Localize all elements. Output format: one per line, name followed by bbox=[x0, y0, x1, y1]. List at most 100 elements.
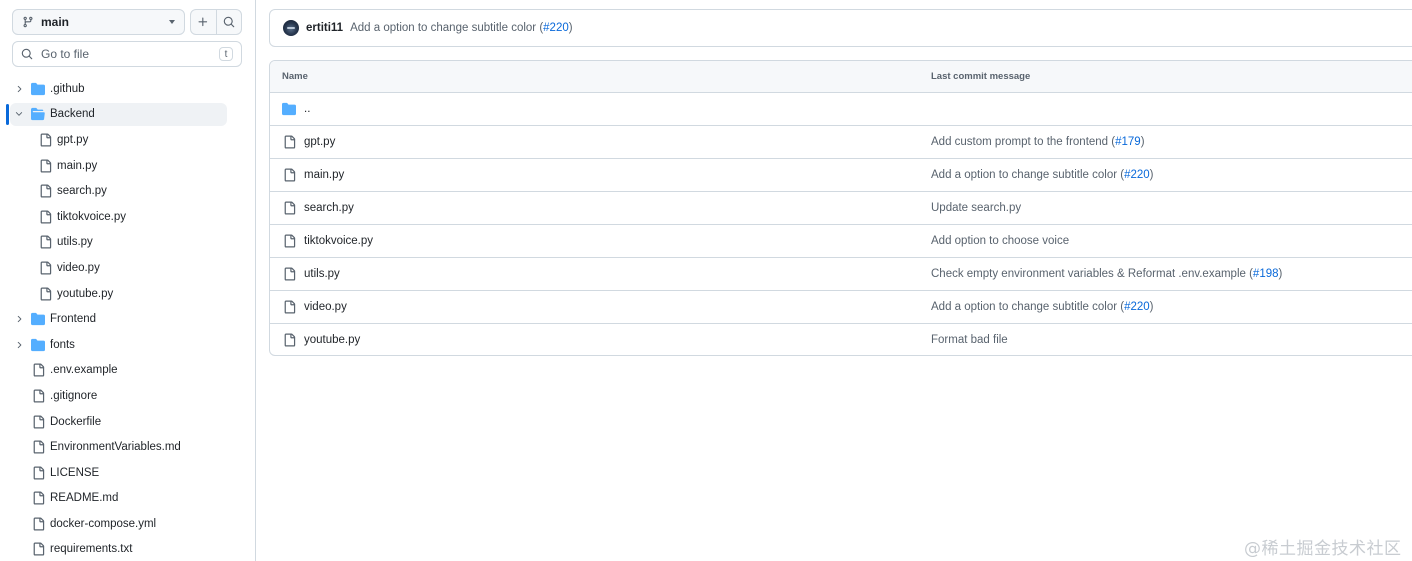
file-icon bbox=[31, 517, 45, 531]
tree-item-label: youtube.py bbox=[57, 287, 114, 300]
file-name-link[interactable]: utils.py bbox=[304, 268, 340, 280]
commit-message-link[interactable]: Check empty environment variables & Refo… bbox=[931, 268, 1282, 280]
tree-item-label: .gitignore bbox=[50, 389, 98, 402]
table-row: video.py Add a option to change subtitle … bbox=[270, 291, 1412, 324]
file-icon bbox=[38, 235, 52, 249]
commit-pr-link[interactable]: #220 bbox=[543, 22, 569, 34]
pr-link[interactable]: #198 bbox=[1253, 268, 1279, 280]
commit-message-close: ) bbox=[1149, 169, 1154, 181]
commit-message-text: Add a option to change subtitle color ( bbox=[931, 169, 1125, 181]
file-name-link[interactable]: .. bbox=[304, 103, 310, 115]
chevron-right-icon[interactable] bbox=[14, 84, 24, 94]
commit-message-link[interactable]: Add a option to change subtitle color (#… bbox=[931, 169, 1154, 181]
tree-item-gpt-py[interactable]: gpt.py bbox=[0, 127, 256, 153]
file-name-link[interactable]: youtube.py bbox=[304, 334, 360, 346]
pr-link[interactable]: #220 bbox=[1124, 169, 1150, 181]
file-icon bbox=[282, 168, 296, 182]
file-icon bbox=[31, 491, 45, 505]
tree-item-license[interactable]: LICENSE bbox=[0, 460, 256, 486]
table-header: Name Last commit message bbox=[270, 61, 1412, 93]
pr-link[interactable]: #179 bbox=[1115, 136, 1141, 148]
tree-item-requirements-txt[interactable]: requirements.txt bbox=[0, 537, 256, 561]
chevron-down-icon[interactable] bbox=[14, 109, 24, 119]
folder-open-icon bbox=[31, 107, 45, 121]
branch-name: main bbox=[41, 15, 70, 29]
folder-icon bbox=[282, 102, 296, 116]
file-name-link[interactable]: gpt.py bbox=[304, 136, 335, 148]
tree-item-label: utils.py bbox=[57, 236, 93, 249]
file-icon bbox=[38, 184, 52, 198]
tree-item-backend[interactable]: Backend bbox=[0, 102, 256, 128]
tree-item-fonts[interactable]: fonts bbox=[0, 332, 256, 358]
tree-item-label: Backend bbox=[50, 108, 95, 121]
file-icon bbox=[282, 300, 296, 314]
commit-message[interactable]: Add a option to change subtitle color (#… bbox=[350, 22, 573, 34]
tree-item-label: video.py bbox=[57, 261, 100, 274]
commit-message-text: Update search.py bbox=[931, 202, 1022, 214]
table-row: utils.py Check empty environment variable… bbox=[270, 258, 1412, 291]
tree-item-label: search.py bbox=[57, 185, 107, 198]
table-row: main.py Add a option to change subtitle c… bbox=[270, 159, 1412, 192]
tree-item-readme-md[interactable]: README.md bbox=[0, 486, 256, 512]
tree-item-dockerfile[interactable]: Dockerfile bbox=[0, 409, 256, 435]
commit-message-link[interactable]: Add a option to change subtitle color (#… bbox=[931, 301, 1154, 313]
add-file-button[interactable] bbox=[191, 10, 216, 34]
avatar[interactable] bbox=[283, 20, 299, 36]
file-icon bbox=[282, 201, 296, 215]
go-to-file-field[interactable]: t bbox=[12, 41, 242, 67]
tree-item-tiktokvoice-py[interactable]: tiktokvoice.py bbox=[0, 204, 256, 230]
tree-item-search-py[interactable]: search.py bbox=[0, 178, 256, 204]
tree-item-main-py[interactable]: main.py bbox=[0, 153, 256, 179]
tree-item-env-example[interactable]: .env.example bbox=[0, 358, 256, 384]
tree-item-video-py[interactable]: video.py bbox=[0, 255, 256, 281]
file-name-link[interactable]: main.py bbox=[304, 169, 344, 181]
column-header-message: Last commit message bbox=[931, 71, 1031, 82]
file-icon bbox=[31, 440, 45, 454]
commit-message-link[interactable]: Add option to choose voice bbox=[931, 235, 1069, 247]
chevron-right-icon[interactable] bbox=[14, 314, 24, 324]
tree-item-frontend[interactable]: Frontend bbox=[0, 306, 256, 332]
file-icon bbox=[31, 542, 45, 556]
tree-item-label: LICENSE bbox=[50, 466, 100, 479]
commit-author[interactable]: ertiti11 bbox=[306, 22, 343, 34]
file-icon bbox=[38, 210, 52, 224]
chevron-right-icon[interactable] bbox=[14, 340, 24, 350]
tree-item-label: tiktokvoice.py bbox=[57, 210, 127, 223]
commit-message-close: ) bbox=[1278, 268, 1283, 280]
go-to-file-input[interactable] bbox=[41, 47, 219, 61]
table-row: tiktokvoice.py Add option to choose voice bbox=[270, 225, 1412, 258]
tree-item-utils-py[interactable]: utils.py bbox=[0, 230, 256, 256]
tree-item-youtube-py[interactable]: youtube.py bbox=[0, 281, 256, 307]
file-icon bbox=[38, 159, 52, 173]
pr-link[interactable]: #220 bbox=[1124, 301, 1150, 313]
branch-selector[interactable]: main bbox=[12, 9, 185, 35]
caret-down-icon bbox=[169, 20, 175, 24]
folder-icon bbox=[31, 312, 45, 326]
commit-message-link[interactable]: Add custom prompt to the frontend (#179) bbox=[931, 136, 1145, 148]
tree-item-environmentvariables-md[interactable]: EnvironmentVariables.md bbox=[0, 434, 256, 460]
commit-message-text: Add custom prompt to the frontend ( bbox=[931, 136, 1116, 148]
commit-message-text: Add option to choose voice bbox=[931, 235, 1070, 247]
file-name-link[interactable]: search.py bbox=[304, 202, 354, 214]
file-icon bbox=[31, 415, 45, 429]
tree-item-gitignore[interactable]: .gitignore bbox=[0, 383, 256, 409]
search-icon bbox=[21, 48, 33, 60]
tree-item-label: docker-compose.yml bbox=[50, 517, 157, 530]
watermark: @稀土掘金技术社区 bbox=[1244, 539, 1402, 559]
file-name-link[interactable]: video.py bbox=[304, 301, 347, 313]
search-button[interactable] bbox=[215, 10, 241, 34]
latest-commit-bar: ertiti11 Add a option to change subtitle… bbox=[269, 9, 1412, 47]
file-name-link[interactable]: tiktokvoice.py bbox=[304, 235, 373, 247]
table-body: .. gpt.py Add custom prompt to the fronten… bbox=[270, 93, 1412, 355]
file-tree-sidebar: main t .github Backend gpt.py main.py search… bbox=[0, 0, 256, 561]
tree-item-label: fonts bbox=[50, 338, 75, 351]
tree-item-label: .env.example bbox=[50, 364, 118, 377]
tree-item-docker-compose-yml[interactable]: docker-compose.yml bbox=[0, 511, 256, 537]
commit-message-link[interactable]: Format bad file bbox=[931, 334, 1008, 346]
commit-message-link[interactable]: Update search.py bbox=[931, 202, 1021, 214]
tree-item-label: gpt.py bbox=[57, 133, 89, 146]
tree-item-github[interactable]: .github bbox=[0, 76, 256, 102]
tree-actions bbox=[190, 9, 242, 35]
tree-item-label: README.md bbox=[50, 492, 119, 505]
column-header-name: Name bbox=[282, 71, 308, 82]
